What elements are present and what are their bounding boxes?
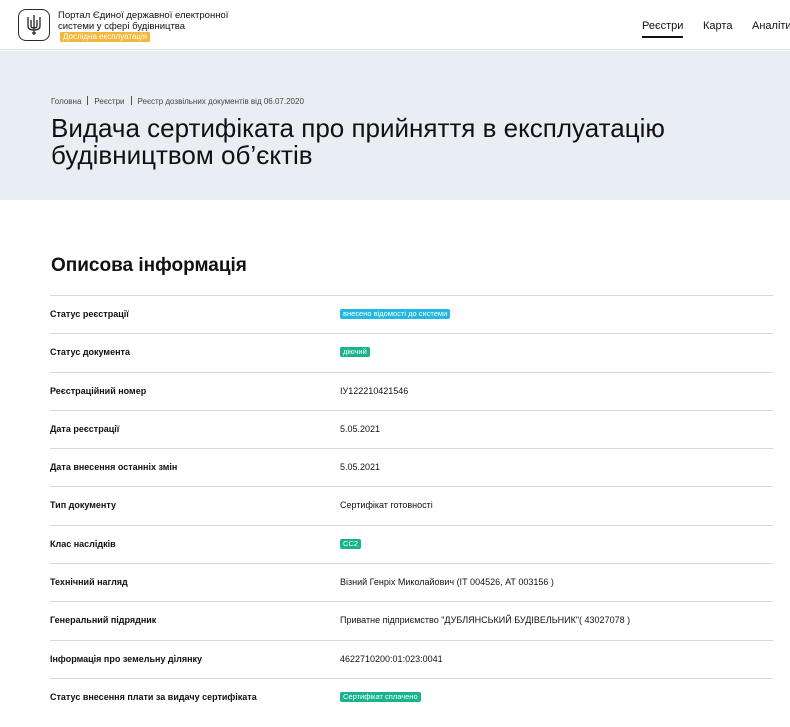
info-row: Реєстраційний номер ІУ122210421546 [50, 371, 773, 410]
info-row-label: Дата внесення останніх змін [50, 462, 178, 473]
breadcrumb-separator [130, 96, 132, 105]
info-row-label: Статус документа [50, 347, 130, 358]
top-header: Портал Єдиної державної електронної сист… [0, 0, 790, 50]
nav-analytics[interactable]: Аналіти [752, 20, 790, 32]
info-row: Технічний нагляд Візний Генріх Миколайови… [50, 563, 773, 601]
info-row: Статус реєстрації внесено відомості до си… [50, 295, 773, 333]
info-row-value: Приватне підприємство "ДУБЛЯНСЬКИЙ БУДІВ… [340, 615, 631, 626]
info-row-label: Статус реєстрації [50, 309, 129, 319]
info-row: Клас наслідків СС2 [50, 524, 773, 563]
info-row-label: Технічний нагляд [50, 577, 128, 588]
status-badge: внесено відомості до системи [340, 309, 451, 319]
info-row: Статус документа діючий [50, 333, 773, 371]
info-row-value: 5.05.2021 [340, 423, 381, 434]
portal-title-text: Портал Єдиної державної електронної сист… [58, 10, 229, 32]
info-row-value: Сертифікат готовності [340, 500, 433, 511]
info-row-label: Генеральний підрядник [50, 615, 157, 626]
breadcrumb-registers[interactable]: Реєстри [94, 97, 124, 106]
status-badge: СС2 [340, 538, 362, 549]
info-row: Інформація про земельну ділянку 462271020… [50, 639, 773, 678]
beta-badge: Дослідна експлуатація [60, 32, 151, 42]
info-row-value: 5.05.2021 [340, 462, 381, 473]
trident-icon [27, 15, 41, 35]
info-row-label: Клас наслідків [50, 538, 116, 549]
info-table: Статус реєстрації внесено відомості до си… [50, 295, 773, 716]
page-title-line-1: Видача сертифіката про прийняття в експл… [51, 113, 665, 143]
breadcrumb-current: Реєстр дозвільних документів від 06.07.2… [137, 97, 304, 106]
info-row-label: Дата реєстрації [50, 423, 120, 434]
hero-banner: Головна Реєстри Реєстр дозвільних документ… [0, 51, 790, 200]
info-row-label: Інформація про земельну ділянку [50, 653, 203, 664]
portal-title[interactable]: Портал Єдиної державної електронної сист… [58, 10, 238, 43]
breadcrumb-home[interactable]: Головна [51, 97, 81, 106]
breadcrumb-separator [87, 96, 89, 105]
breadcrumb: Головна Реєстри Реєстр дозвільних документ… [51, 96, 304, 106]
page-title: Видача сертифіката про прийняття в експл… [51, 115, 790, 169]
coat-of-arms-logo[interactable] [18, 9, 50, 41]
info-row-label: Реєстраційний номер [50, 385, 147, 396]
status-badge: діючий [340, 347, 370, 358]
info-row-label: Статус внесення плати за видачу сертифік… [50, 691, 257, 702]
info-row-value: Візний Генріх Миколайович (ІТ 004526, АТ… [340, 577, 554, 588]
nav-map[interactable]: Карта [703, 20, 732, 32]
info-row: Статус внесення плати за видачу сертифік… [50, 677, 773, 716]
status-badge: Сертифікат сплачено [340, 691, 421, 702]
info-row-value: ІУ122210421546 [340, 385, 409, 396]
page-title-line-2: будівництвом об’єктів [51, 140, 313, 170]
info-row: Дата реєстрації 5.05.2021 [50, 409, 773, 448]
info-row-value: 4622710200:01:023:0041 [340, 653, 443, 664]
info-row: Генеральний підрядник Приватне підприємст… [50, 601, 773, 639]
nav-registers[interactable]: Реєстри [642, 20, 684, 38]
info-row: Дата внесення останніх змін 5.05.2021 [50, 448, 773, 486]
info-row-label: Тип документу [50, 500, 116, 511]
info-row: Тип документу Сертифікат готовності [50, 486, 773, 524]
section-title: Описова інформація [51, 255, 247, 276]
